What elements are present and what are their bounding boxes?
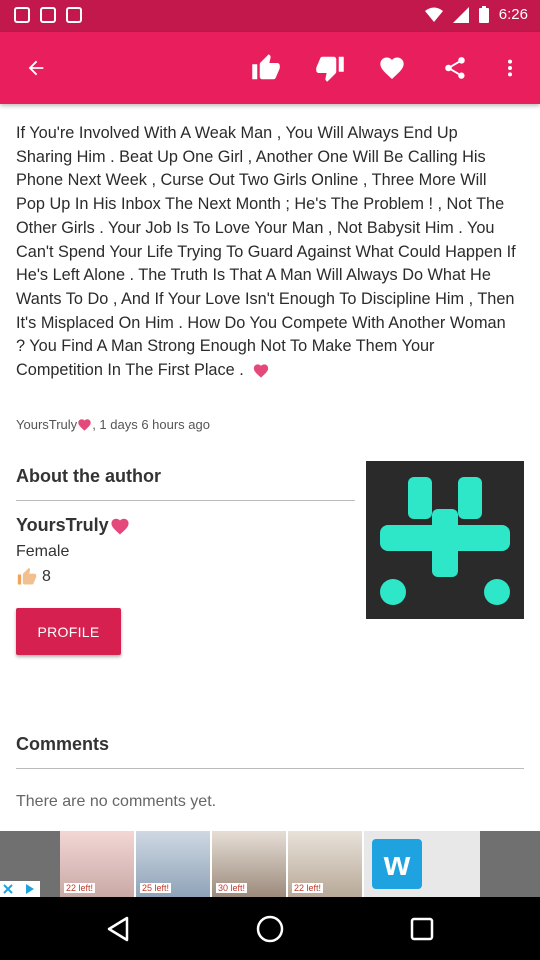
more-vert-icon — [507, 59, 513, 77]
nav-home-button[interactable] — [254, 913, 286, 945]
ad-brand-logo[interactable]: w — [372, 839, 422, 889]
author-likes: 8 — [16, 567, 51, 587]
app-bar — [0, 32, 540, 104]
ad-price: 30 left! — [216, 883, 248, 893]
circle-home-icon — [256, 915, 284, 943]
about-author-title: About the author — [16, 466, 161, 486]
author-gender: Female — [16, 543, 70, 560]
notification-icon — [40, 7, 56, 23]
share-icon — [445, 57, 465, 79]
heart-icon — [254, 364, 269, 378]
square-recents-icon — [410, 917, 434, 941]
nav-back-button[interactable] — [102, 913, 134, 945]
ad-product-tile[interactable]: 22 left! — [288, 831, 364, 897]
quote-body: If You're Involved With A Weak Man , You… — [16, 122, 516, 383]
author-name: YoursTruly — [16, 515, 131, 536]
ad-banner[interactable]: 22 left! 25 left! 30 left! 22 left! w — [0, 831, 540, 897]
status-time: 6:26 — [498, 6, 528, 23]
battery-icon — [478, 6, 489, 23]
author-name-text: YoursTruly — [16, 515, 109, 535]
avatar-image — [380, 477, 510, 605]
system-nav-bar — [0, 897, 540, 960]
favorite-button[interactable] — [372, 48, 412, 88]
thumb-up-icon — [17, 567, 37, 585]
ad-content[interactable]: 22 left! 25 left! 30 left! 22 left! w — [60, 831, 480, 897]
profile-button[interactable]: PROFILE — [16, 608, 121, 655]
heart-icon — [111, 518, 129, 534]
ad-price: 25 left! — [140, 883, 172, 893]
ad-info-icon — [3, 884, 34, 894]
ad-price: 22 left! — [64, 883, 96, 893]
status-bar: 6:26 — [0, 0, 540, 32]
arrow-back-icon — [28, 60, 44, 76]
ad-product-tile[interactable]: 25 left! — [136, 831, 212, 897]
heart-icon — [78, 419, 91, 431]
divider — [16, 768, 524, 769]
nav-recents-button[interactable] — [406, 913, 438, 945]
ad-product-tile[interactable]: 30 left! — [212, 831, 288, 897]
ad-close-button[interactable] — [0, 881, 40, 897]
notification-icon — [14, 7, 30, 23]
heart-icon — [380, 57, 404, 79]
meta-author: YoursTruly — [16, 417, 78, 432]
thumb-up-icon — [252, 54, 280, 80]
wifi-icon — [424, 7, 443, 22]
ad-price: 22 left! — [292, 883, 324, 893]
thumb-down-icon — [316, 56, 344, 82]
triangle-back-icon — [107, 916, 129, 942]
quote-meta: YoursTruly , 1 days 6 hours ago — [16, 417, 210, 432]
share-button[interactable] — [435, 48, 475, 88]
ad-product-tile[interactable]: 22 left! — [60, 831, 136, 897]
meta-time: , 1 days 6 hours ago — [92, 417, 210, 432]
notification-icon — [66, 7, 82, 23]
no-comments-text: There are no comments yet. — [16, 793, 217, 810]
more-options-button[interactable] — [490, 48, 530, 88]
dislike-button[interactable] — [310, 48, 350, 88]
like-button[interactable] — [246, 48, 286, 88]
quote-text: If You're Involved With A Weak Man , You… — [16, 124, 516, 380]
likes-count: 8 — [42, 568, 51, 585]
divider — [16, 500, 355, 501]
back-button[interactable] — [16, 48, 56, 88]
comments-title: Comments — [16, 734, 110, 754]
author-avatar[interactable] — [366, 461, 524, 619]
signal-icon — [452, 6, 469, 23]
